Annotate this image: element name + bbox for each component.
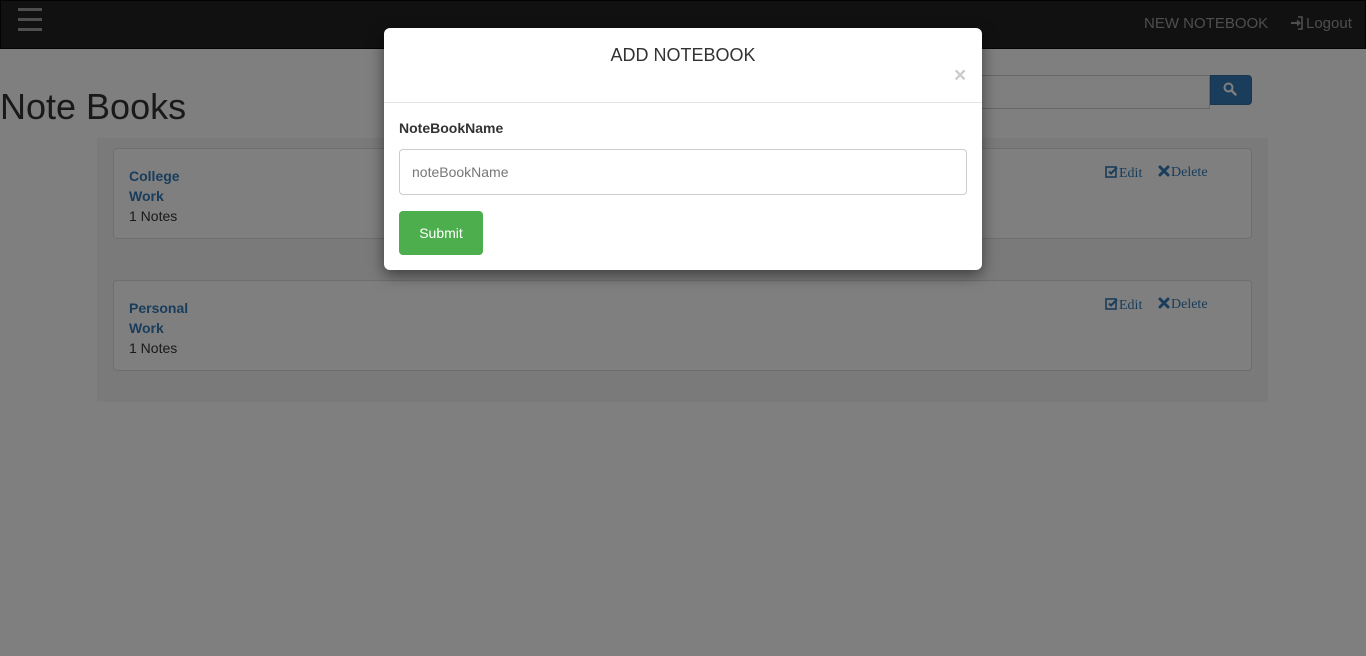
modal-title: ADD NOTEBOOK [610, 45, 756, 65]
notebook-name-label: NoteBookName [399, 120, 504, 136]
close-icon[interactable]: × [954, 65, 966, 86]
submit-button[interactable]: Submit [399, 211, 483, 255]
notebook-name-field[interactable] [399, 149, 967, 195]
modal-header: ADD NOTEBOOK × [384, 28, 982, 103]
add-notebook-modal: ADD NOTEBOOK × NoteBookName Submit [384, 28, 982, 270]
